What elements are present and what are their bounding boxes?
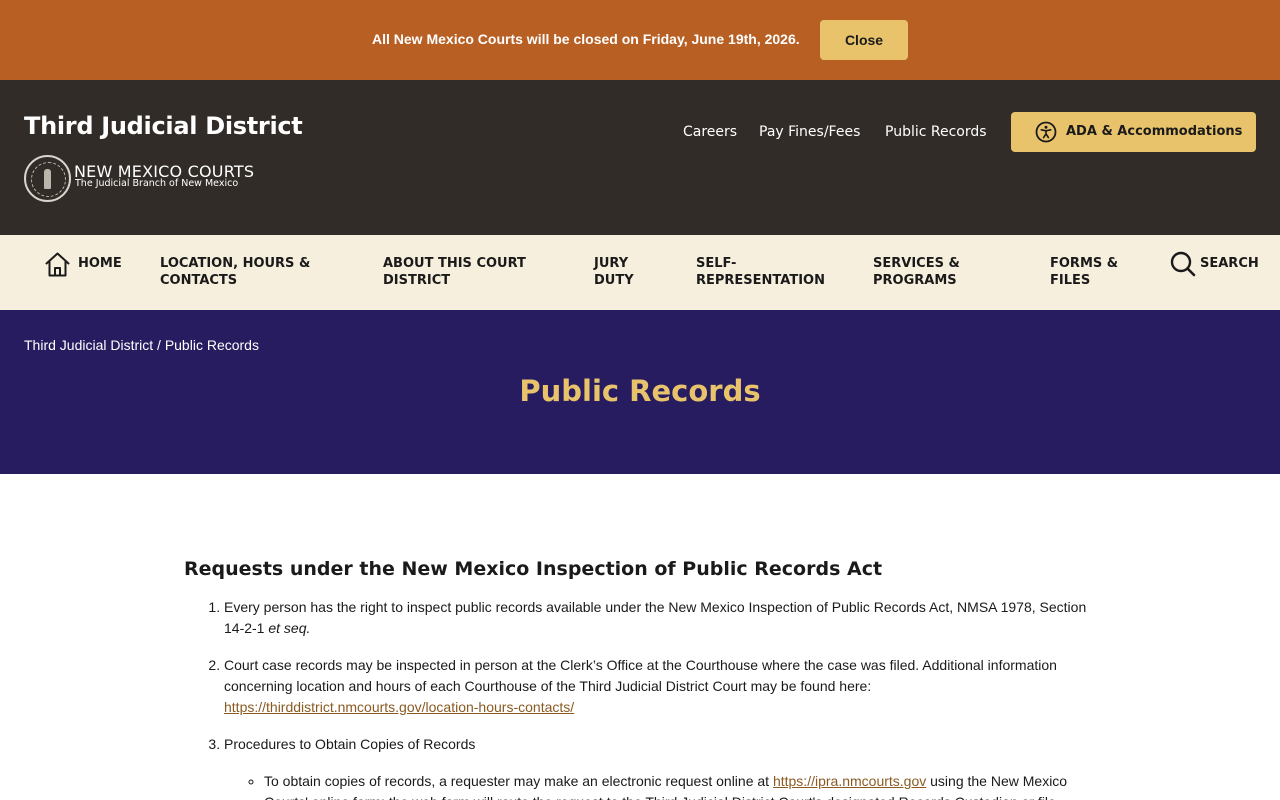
pay-fines-link[interactable]: Pay Fines/Fees bbox=[759, 124, 860, 140]
nav-search[interactable]: SEARCH bbox=[1200, 255, 1259, 272]
location-hours-link[interactable]: https://thirddistrict.nmcourts.gov/locat… bbox=[224, 699, 574, 715]
nav-forms-files[interactable]: FORMS & FILES bbox=[1050, 255, 1140, 289]
nav-self-representation[interactable]: SELF-REPRESENTATION bbox=[696, 255, 846, 289]
nav-jury-duty[interactable]: JURY DUTY bbox=[594, 255, 654, 289]
court-seal-icon[interactable] bbox=[24, 155, 71, 202]
nav-services-programs[interactable]: SERVICES & PROGRAMS bbox=[873, 255, 993, 289]
site-title[interactable]: Third Judicial District bbox=[24, 112, 303, 140]
page-title: Public Records bbox=[519, 374, 761, 408]
breadcrumb-separator: / bbox=[153, 337, 165, 353]
ada-accommodations-button[interactable]: ADA & Accommodations bbox=[1011, 112, 1256, 152]
home-icon[interactable] bbox=[44, 251, 71, 278]
ada-button-label: ADA & Accommodations bbox=[1066, 124, 1243, 139]
careers-link[interactable]: Careers bbox=[683, 124, 737, 140]
breadcrumb-home-link[interactable]: Third Judicial District bbox=[24, 337, 153, 353]
nav-home[interactable]: HOME bbox=[78, 255, 122, 272]
close-alert-button[interactable]: Close bbox=[820, 20, 908, 60]
closure-alert-message: All New Mexico Courts will be closed on … bbox=[372, 31, 800, 47]
logo-subtitle: The Judicial Branch of New Mexico bbox=[75, 178, 239, 189]
closure-alert-bar: All New Mexico Courts will be closed on … bbox=[0, 0, 1280, 80]
item2-text: Court case records may be inspected in p… bbox=[224, 657, 1057, 694]
list-item: Court case records may be inspected in p… bbox=[224, 655, 1094, 718]
sub-list: To obtain copies of records, a requester… bbox=[224, 771, 1094, 800]
public-records-link[interactable]: Public Records bbox=[885, 124, 987, 140]
list-item: Every person has the right to inspect pu… bbox=[224, 597, 1094, 639]
nav-about-court-district[interactable]: ABOUT THIS COURT DISTRICT bbox=[383, 255, 543, 289]
page-hero: Third Judicial District / Public Records… bbox=[0, 310, 1280, 474]
section-heading: Requests under the New Mexico Inspection… bbox=[184, 558, 883, 580]
item3-text: Procedures to Obtain Copies of Records bbox=[224, 736, 476, 752]
list-item: Procedures to Obtain Copies of Records T… bbox=[224, 734, 1094, 800]
breadcrumb-current: Public Records bbox=[164, 337, 259, 353]
breadcrumb: Third Judicial District / Public Records bbox=[24, 337, 259, 353]
accessibility-icon bbox=[1035, 121, 1057, 143]
main-content: Requests under the New Mexico Inspection… bbox=[184, 558, 1094, 800]
sub-list-item: To obtain copies of records, a requester… bbox=[264, 771, 1094, 800]
item1-text: Every person has the right to inspect pu… bbox=[224, 599, 1087, 636]
nav-location-hours-contacts[interactable]: LOCATION, HOURS & CONTACTS bbox=[160, 255, 330, 289]
search-icon[interactable] bbox=[1170, 251, 1196, 277]
site-header: Third Judicial District NEW MEXICO COURT… bbox=[0, 80, 1280, 235]
item1-italic: et seq. bbox=[268, 620, 311, 636]
sub1-text: To obtain copies of records, a requester… bbox=[264, 773, 773, 789]
main-navigation: HOME LOCATION, HOURS & CONTACTS ABOUT TH… bbox=[0, 235, 1280, 310]
records-procedures-list: Every person has the right to inspect pu… bbox=[184, 597, 1094, 800]
ipra-link[interactable]: https://ipra.nmcourts.gov bbox=[773, 773, 926, 789]
